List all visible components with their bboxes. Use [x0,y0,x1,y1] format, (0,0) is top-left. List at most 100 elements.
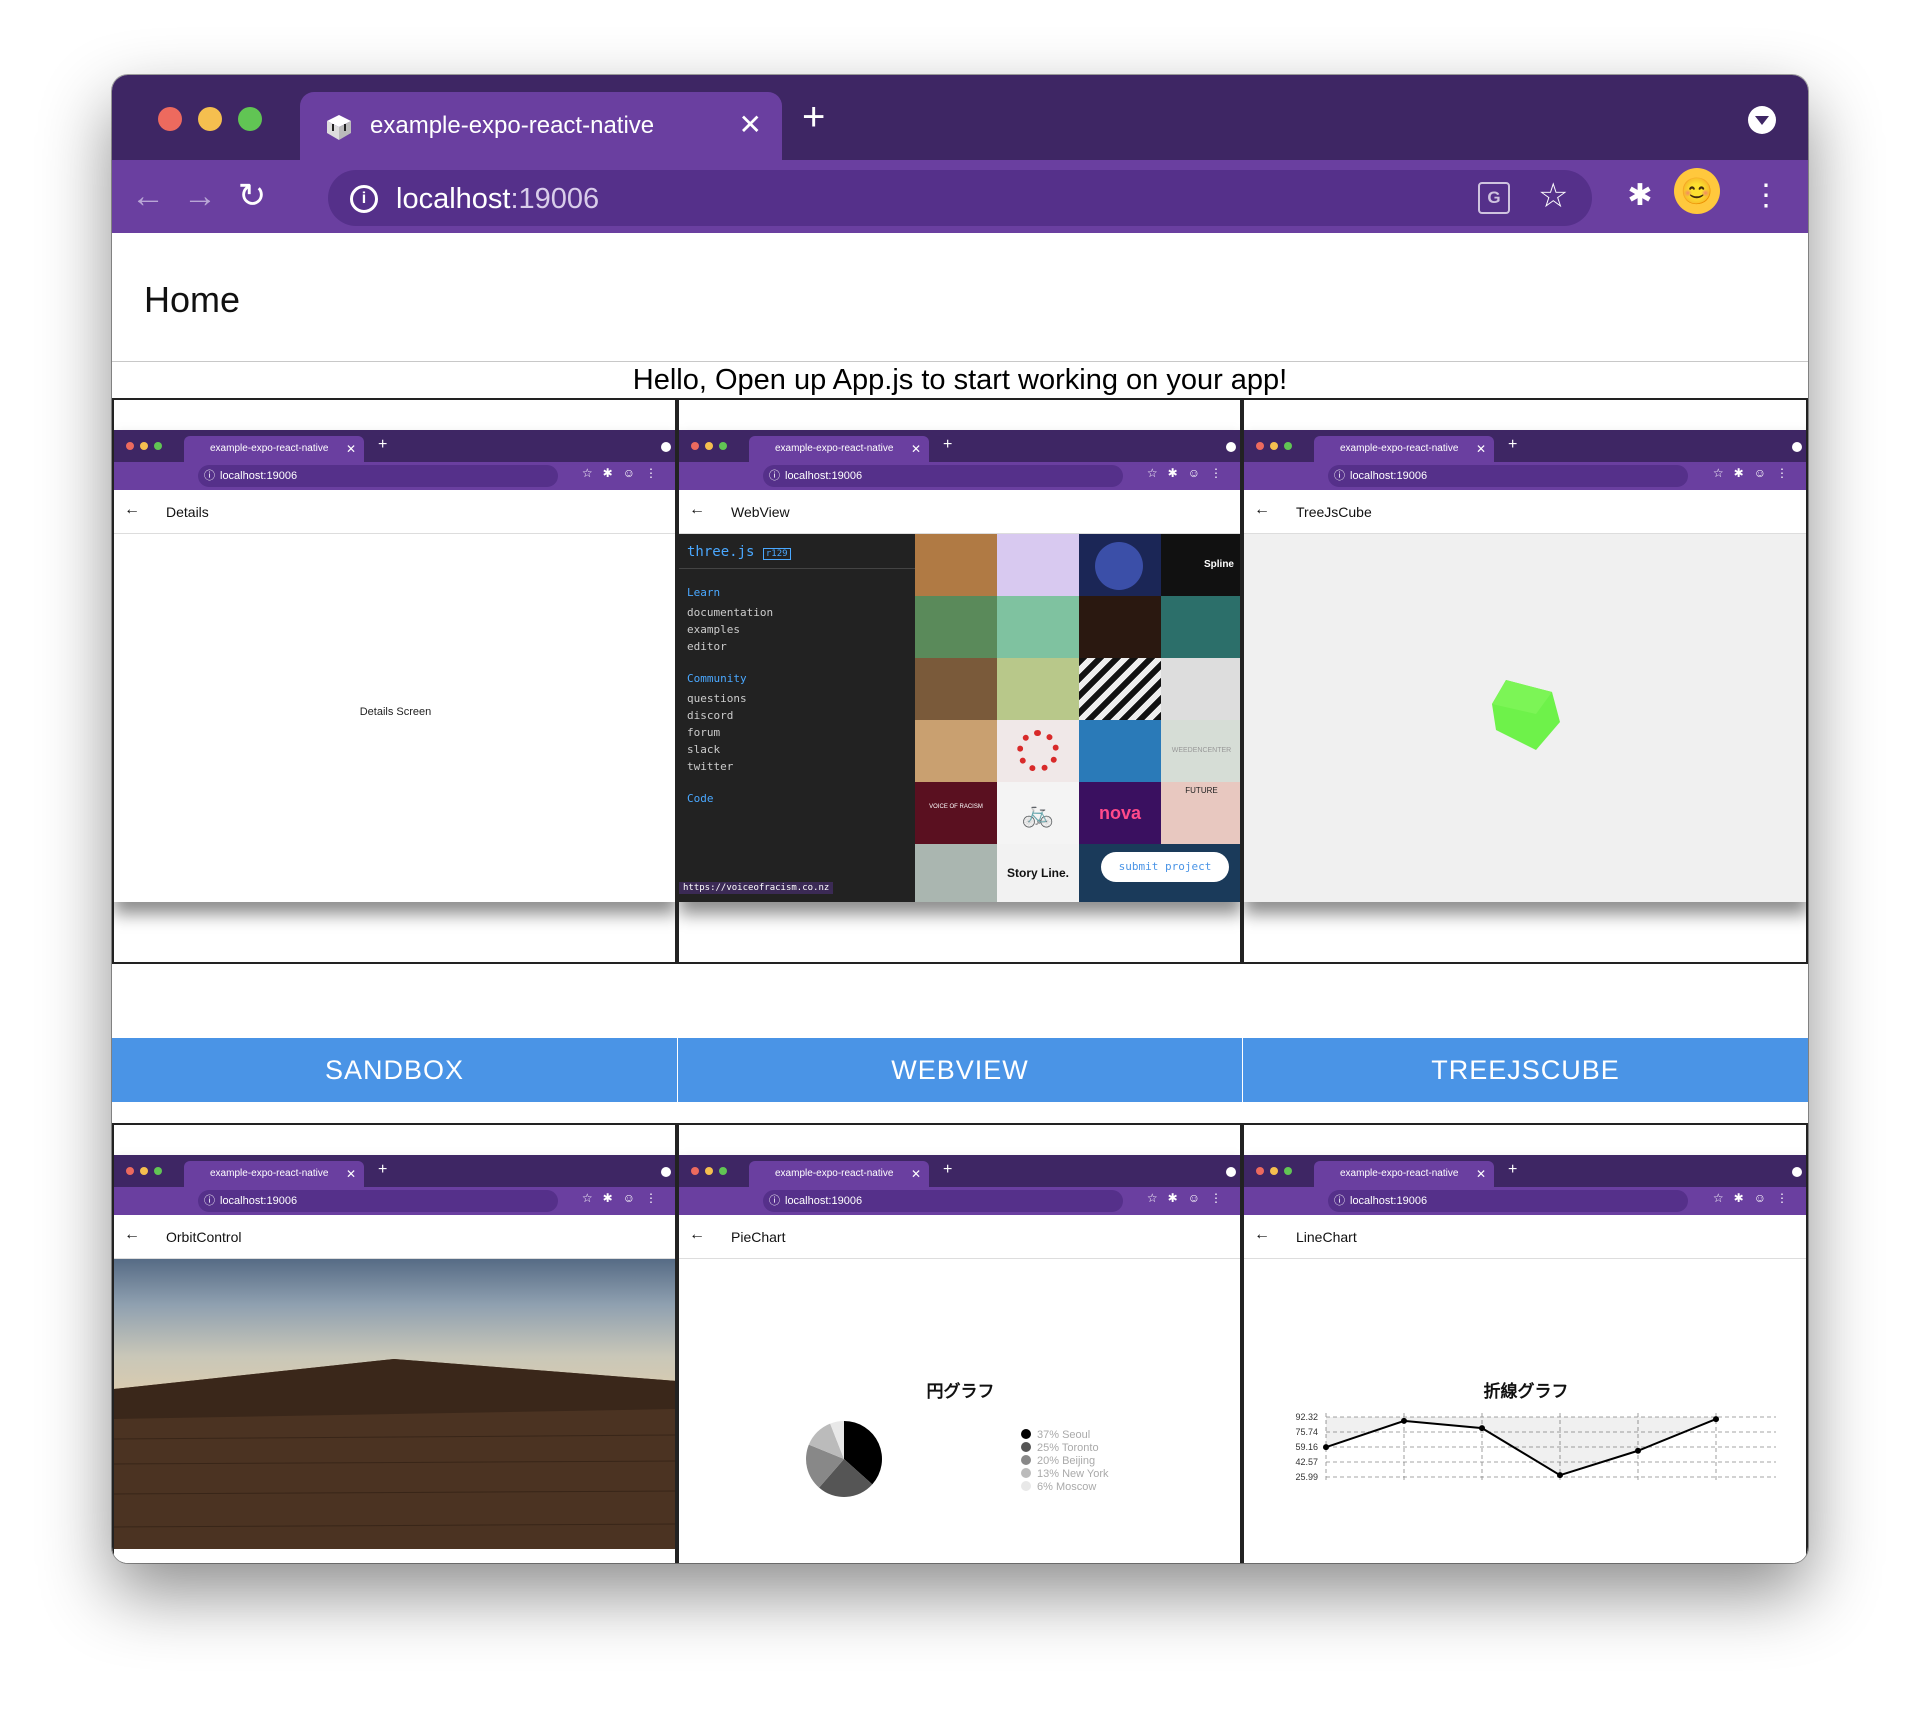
submit-project-button[interactable]: submit project [1101,852,1229,882]
gallery-tile-voice[interactable]: VOICE OF RACISM [915,782,997,844]
sandbox-button[interactable]: SANDBOX [112,1038,677,1102]
gallery-tile[interactable] [915,534,997,596]
linechart-body: 折線グラフ 92.32 75.74 59.16 42.57 25.99 [1244,1259,1806,1563]
url-text: localhost:19006 [396,183,599,216]
wood-floor [114,1359,675,1549]
bookmark-star-icon[interactable]: ☆ [1538,176,1568,216]
back-arrow-icon[interactable]: ← [126,174,170,218]
gallery-tile[interactable] [915,844,997,902]
browser-tab[interactable]: example-expo-react-native ✕ [300,92,782,160]
card-treejscube[interactable]: example-expo-react-native ✕ + localhost:1… [1242,398,1808,964]
minimize-window-button[interactable] [198,107,222,131]
card-piechart[interactable]: example-expo-react-native ✕ + localhost:1… [677,1123,1242,1563]
community-link[interactable]: forum [687,724,747,741]
close-tab-icon[interactable]: ✕ [739,110,762,140]
line-point [1401,1417,1407,1424]
webview-button[interactable]: WEBVIEW [678,1038,1242,1102]
gallery-tile[interactable] [1161,658,1240,720]
nav-title: WebView [731,504,790,520]
mini-nav-bar: ← TreeJsCube [1244,490,1806,534]
mini-url: localhost:19006 [198,1190,558,1212]
mini-toolbar-icons: ☆✱☺⋮ [1712,466,1798,480]
reload-icon[interactable]: ↻ [230,174,274,218]
gallery-tile[interactable] [915,720,997,782]
translate-icon[interactable]: G [1478,182,1510,214]
card-details[interactable]: example-expo-react-native ✕ + localhost:1… [112,398,677,964]
mini-menu-icon [1792,1167,1802,1177]
mini-plus-icon: + [943,1161,953,1178]
bicycle-icon[interactable]: 🚲 [997,782,1079,844]
maximize-window-button[interactable] [238,107,262,131]
nav-title: LineChart [1296,1229,1357,1245]
gallery-tile[interactable] [1079,720,1161,782]
gallery-tile[interactable] [997,534,1079,596]
hello-text: Hello, Open up App.js to start working o… [632,364,1288,396]
legend-label: 37% Seoul [1037,1429,1091,1441]
gallery-tile[interactable] [997,720,1079,782]
gallery-tile-weeden[interactable]: WEEDENCENTER [1161,720,1240,782]
community-link[interactable]: questions [687,690,747,707]
mini-plus-icon: + [378,436,388,453]
mini-menu-icon [1792,442,1802,452]
mini-tab-title: example-expo-react-native [210,1168,329,1179]
kebab-menu-icon[interactable]: ⋮ [1744,174,1788,218]
learn-link[interactable]: documentation [687,604,773,621]
legend-swatch [1021,1481,1031,1491]
tab-search-icon[interactable] [1748,106,1776,134]
mini-plus-icon: + [378,1161,388,1178]
screenshot-webview: example-expo-react-native ✕ + localhost:1… [679,430,1240,902]
legend-label: 6% Moscow [1037,1481,1097,1493]
forward-arrow-icon[interactable]: → [178,174,222,218]
community-link[interactable]: twitter [687,758,747,775]
card-linechart[interactable]: example-expo-react-native ✕ + localhost:1… [1242,1123,1808,1563]
y-tick-label: 59.16 [1295,1442,1318,1452]
cube-canvas[interactable] [1244,534,1806,902]
gallery-tile[interactable] [1079,658,1161,720]
mini-menu-icon [661,1167,671,1177]
mini-nav-bar: ← WebView [679,490,1240,534]
orbit-canvas[interactable] [114,1259,675,1563]
legend-item: 25% Toronto [1021,1442,1109,1455]
address-bar[interactable]: i localhost:19006 G ☆ [328,170,1592,226]
learn-link[interactable]: editor [687,638,773,655]
version-badge: r129 [762,548,791,560]
gallery-tile[interactable] [915,596,997,658]
gallery-tile-nova[interactable]: nova [1079,782,1161,844]
gallery-tile[interactable] [915,658,997,720]
legend-item: 37% Seoul [1021,1429,1109,1442]
gallery-tile-spline[interactable]: Spline [1161,534,1240,596]
screenshot-treejscube: example-expo-react-native ✕ + localhost:1… [1244,430,1806,902]
new-tab-button[interactable]: + [802,95,825,139]
gallery-tile[interactable] [1079,534,1161,596]
profile-avatar[interactable]: 😊 [1674,168,1720,214]
gallery-tile[interactable] [997,596,1079,658]
gallery-tile-story[interactable]: Story Line. [997,844,1079,902]
card-orbitcontrol[interactable]: example-expo-react-native ✕ + localhost:1… [112,1123,677,1563]
mini-close-icon: ✕ [345,442,356,456]
learn-link[interactable]: examples [687,621,773,638]
line-point [1479,1425,1485,1432]
card-webview[interactable]: example-expo-react-native ✕ + localhost:1… [677,398,1242,964]
gallery-tile[interactable] [1079,596,1161,658]
mini-tab: example-expo-react-native ✕ [1314,1161,1494,1187]
mini-toolbar-icons: ☆✱☺⋮ [1712,1191,1798,1205]
gallery-tile-future[interactable]: FUTURE [1161,782,1240,844]
community-link[interactable]: discord [687,707,747,724]
mini-tab: example-expo-react-native ✕ [749,436,929,462]
gallery-tile[interactable] [997,658,1079,720]
community-link[interactable]: slack [687,741,747,758]
back-arrow-icon: ← [689,501,705,518]
gallery-tile[interactable] [1161,596,1240,658]
treejscube-button[interactable]: TREEJSCUBE [1243,1038,1808,1102]
mini-tab: example-expo-react-native ✕ [1314,436,1494,462]
mini-tab-bar: example-expo-react-native ✕ + [114,1155,675,1187]
page-content: Home Hello, Open up App.js to start work… [112,233,1808,1563]
mini-toolbar-icons: ☆✱☺⋮ [581,1191,667,1205]
mini-tab: example-expo-react-native ✕ [184,436,364,462]
screenshot-linechart: example-expo-react-native ✕ + localhost:1… [1244,1155,1806,1563]
extensions-puzzle-icon[interactable]: ✱ [1618,174,1662,218]
info-icon[interactable]: i [350,185,378,213]
close-window-button[interactable] [158,107,182,131]
project-gallery: Spline WEEDENCENTER VOICE OF RACISM 🚲 no… [915,534,1240,902]
nav-title: TreeJsCube [1296,504,1372,520]
